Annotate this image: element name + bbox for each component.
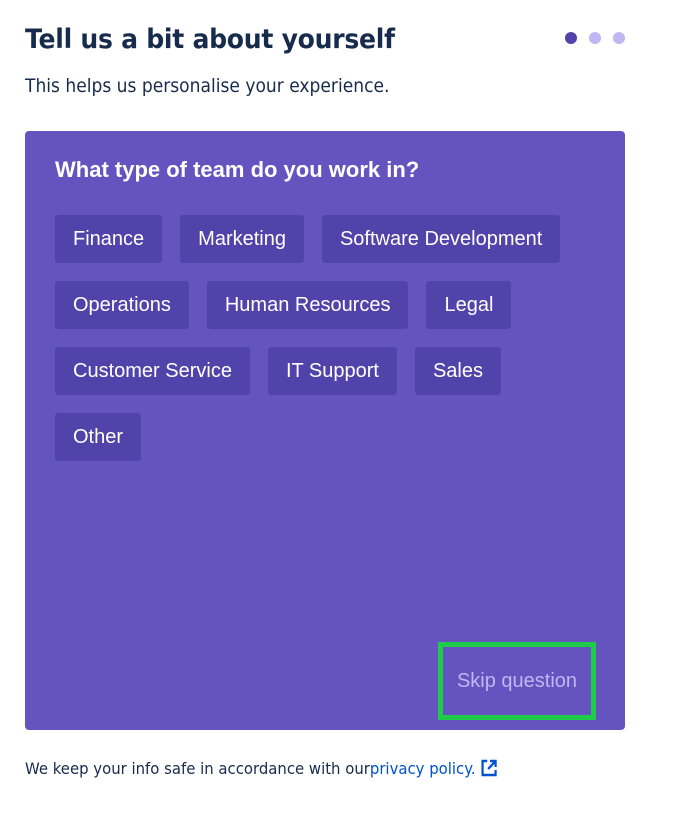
option-customer-service[interactable]: Customer Service	[55, 347, 250, 395]
step-indicator	[565, 32, 625, 44]
step-dot-2	[589, 32, 601, 44]
privacy-footer: We keep your info safe in accordance wit…	[25, 758, 498, 778]
question-card: What type of team do you work in? Financ…	[25, 131, 625, 730]
privacy-text: We keep your info safe in accordance wit…	[25, 758, 370, 778]
step-dot-1-active	[565, 32, 577, 44]
privacy-policy-link-label: privacy policy.	[369, 758, 476, 778]
team-options: Finance Marketing Software Development O…	[55, 215, 595, 461]
option-software-development[interactable]: Software Development	[321, 215, 561, 263]
skip-question-button[interactable]: Skip question	[438, 642, 596, 720]
option-other[interactable]: Other	[55, 413, 142, 461]
privacy-policy-link[interactable]: privacy policy.	[370, 759, 476, 778]
option-finance[interactable]: Finance	[55, 215, 163, 263]
option-sales[interactable]: Sales	[414, 347, 501, 395]
option-legal[interactable]: Legal	[426, 281, 512, 329]
option-operations[interactable]: Operations	[55, 281, 189, 329]
external-link-icon[interactable]	[479, 758, 498, 778]
question-title: What type of team do you work in?	[55, 157, 420, 182]
page-title: Tell us a bit about yourself	[25, 24, 395, 55]
option-human-resources[interactable]: Human Resources	[206, 281, 409, 329]
option-it-support[interactable]: IT Support	[267, 347, 397, 395]
option-marketing[interactable]: Marketing	[180, 215, 304, 263]
step-dot-3	[613, 32, 625, 44]
page-subtitle: This helps us personalise your experienc…	[25, 75, 390, 97]
